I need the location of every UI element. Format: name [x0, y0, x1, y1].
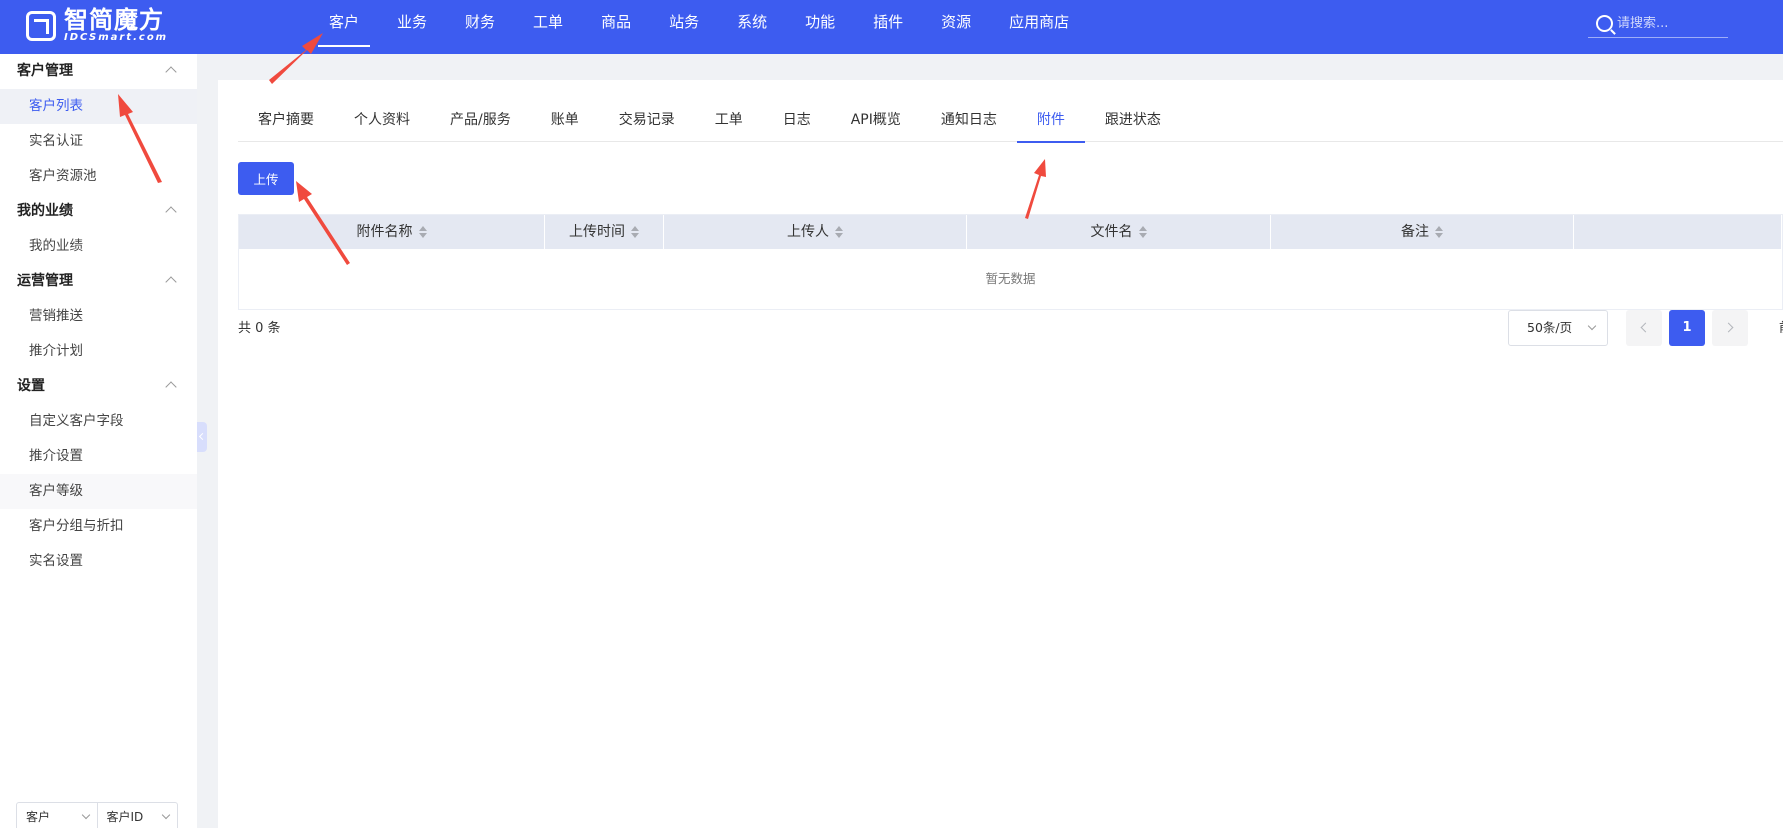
tab-invoices[interactable]: 账单: [531, 102, 599, 142]
sidebar-item-customer-list[interactable]: 客户列表: [0, 89, 197, 124]
sidebar-item-customer-pool[interactable]: 客户资源池: [0, 159, 197, 194]
page-size-select[interactable]: 50条/页: [1508, 310, 1608, 346]
attachments-table: 附件名称 上传时间 上传人 文件名 备注 暂无数据: [238, 214, 1783, 310]
total-count: 共 0 条: [238, 321, 281, 336]
sidebar-item-real-name-settings[interactable]: 实名设置: [0, 544, 197, 579]
tab-tickets[interactable]: 工单: [695, 102, 763, 142]
sidebar-quick-search: 客户 客户ID: [16, 802, 178, 828]
sidebar-group-label: 客户管理: [17, 63, 73, 79]
top-nav-products[interactable]: 商品: [582, 0, 650, 54]
sidebar-group-settings[interactable]: 设置: [0, 369, 197, 404]
sidebar-item-real-name-auth[interactable]: 实名认证: [0, 124, 197, 159]
column-header-attachment-name[interactable]: 附件名称: [239, 215, 545, 249]
top-nav-system[interactable]: 系统: [718, 0, 786, 54]
logo-mark-icon: [26, 11, 56, 41]
chevron-up-icon: [165, 66, 177, 78]
brand-logo[interactable]: 智简魔方 IDCSmart.com: [26, 8, 168, 44]
chevron-down-icon: [161, 810, 171, 820]
top-nav-features[interactable]: 功能: [786, 0, 854, 54]
tab-customer-summary[interactable]: 客户摘要: [238, 102, 334, 142]
top-nav-app-store[interactable]: 应用商店: [990, 0, 1088, 54]
table-header: 附件名称 上传时间 上传人 文件名 备注: [239, 215, 1782, 249]
global-search: [1588, 10, 1728, 38]
tab-follow-up-status[interactable]: 跟进状态: [1085, 102, 1181, 142]
sidebar-item-my-performance[interactable]: 我的业绩: [0, 229, 197, 264]
brand-name: 智简魔方: [64, 6, 164, 34]
column-header-uploader[interactable]: 上传人: [664, 215, 967, 249]
sort-icon[interactable]: [1435, 226, 1443, 238]
sidebar-item-marketing-push[interactable]: 营销推送: [0, 299, 197, 334]
tab-attachments[interactable]: 附件: [1016, 102, 1085, 143]
search-field-value: 客户ID: [106, 810, 144, 824]
top-nav-tickets[interactable]: 工单: [514, 0, 582, 54]
sidebar-item-groups-discounts[interactable]: 客户分组与折扣: [0, 509, 197, 544]
search-field-select[interactable]: 客户ID: [96, 803, 178, 828]
sort-icon[interactable]: [631, 226, 639, 238]
sidebar-group-label: 运营管理: [17, 273, 73, 289]
top-nav-menu: 客户 业务 财务 工单 商品 站务 系统 功能 插件 资源 应用商店: [310, 0, 1088, 54]
top-nav-finance[interactable]: 财务: [446, 0, 514, 54]
sidebar-item-custom-fields[interactable]: 自定义客户字段: [0, 404, 197, 439]
top-navigation-bar: 智简魔方 IDCSmart.com 客户 业务 财务 工单 商品 站务 系统 功…: [0, 0, 1783, 54]
sidebar: 客户管理 客户列表 实名认证 客户资源池 我的业绩 我的业绩 运营管理 营销推送…: [0, 54, 197, 828]
column-header-extra: [1574, 215, 1782, 249]
tab-products-services[interactable]: 产品/服务: [430, 102, 531, 142]
sidebar-group-operations[interactable]: 运营管理: [0, 264, 197, 299]
tab-notification-logs[interactable]: 通知日志: [921, 102, 1017, 142]
brand-subtitle: IDCSmart.com: [64, 32, 169, 43]
customer-detail-tabs: 客户摘要 个人资料 产品/服务 账单 交易记录 工单 日志 API概览 通知日志…: [238, 102, 1783, 143]
prev-page-button[interactable]: [1626, 310, 1662, 346]
sort-icon[interactable]: [835, 226, 843, 238]
top-nav-site[interactable]: 站务: [650, 0, 718, 54]
search-type-select[interactable]: 客户: [17, 803, 97, 828]
top-nav-customer[interactable]: 客户: [310, 0, 378, 54]
next-page-button[interactable]: [1712, 310, 1748, 346]
column-header-upload-time[interactable]: 上传时间: [545, 215, 664, 249]
sidebar-group-label: 设置: [17, 378, 45, 394]
tab-transactions[interactable]: 交易记录: [599, 102, 695, 142]
top-nav-business[interactable]: 业务: [378, 0, 446, 54]
chevron-down-icon: [1587, 321, 1597, 331]
sidebar-collapse-handle[interactable]: [197, 422, 207, 452]
sidebar-item-customer-level[interactable]: 客户等级: [0, 474, 197, 509]
table-empty-message: 暂无数据: [985, 271, 1036, 286]
column-header-file-name[interactable]: 文件名: [967, 215, 1271, 249]
sidebar-item-referral-plan[interactable]: 推介计划: [0, 334, 197, 369]
tab-profile[interactable]: 个人资料: [334, 102, 430, 142]
current-page-button[interactable]: 1: [1669, 310, 1705, 346]
upload-button[interactable]: 上传: [238, 162, 294, 195]
sidebar-group-my-performance[interactable]: 我的业绩: [0, 194, 197, 229]
top-nav-plugins[interactable]: 插件: [854, 0, 922, 54]
sidebar-group-customer-management[interactable]: 客户管理: [0, 54, 197, 89]
search-type-value: 客户: [26, 810, 51, 824]
chevron-up-icon: [165, 276, 177, 288]
sidebar-item-referral-settings[interactable]: 推介设置: [0, 439, 197, 474]
goto-page-label: 前: [1779, 317, 1783, 336]
main-content: 客户摘要 个人资料 产品/服务 账单 交易记录 工单 日志 API概览 通知日志…: [218, 80, 1783, 828]
sort-icon[interactable]: [418, 226, 427, 238]
chevron-up-icon: [165, 206, 177, 218]
tab-logs[interactable]: 日志: [763, 102, 831, 142]
sort-icon[interactable]: [1138, 226, 1147, 238]
chevron-down-icon: [81, 810, 90, 820]
search-input[interactable]: [1617, 16, 1722, 31]
tab-api-overview[interactable]: API概览: [831, 102, 921, 142]
page-size-value: 50条/页: [1527, 320, 1573, 335]
column-header-remarks[interactable]: 备注: [1271, 215, 1574, 249]
chevron-up-icon: [165, 381, 177, 393]
sidebar-group-label: 我的业绩: [17, 203, 73, 219]
top-nav-resources[interactable]: 资源: [922, 0, 990, 54]
search-icon[interactable]: [1596, 15, 1613, 32]
